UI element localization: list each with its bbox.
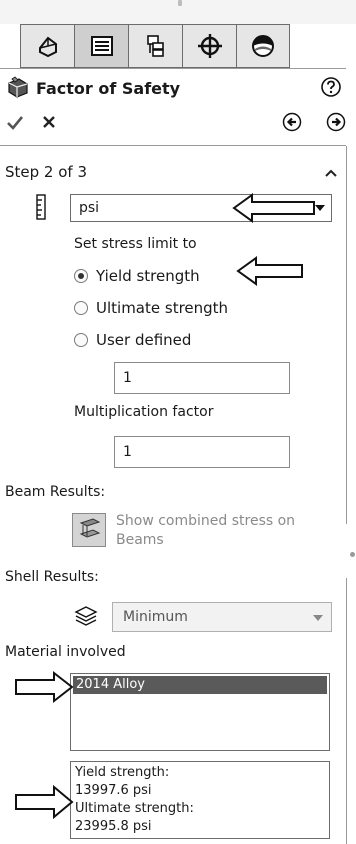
beam-results-label: Beam Results: — [5, 484, 106, 500]
radio-button[interactable] — [74, 269, 88, 283]
propertymanager-header: Factor of Safety — [6, 74, 346, 102]
callout-arrow-icon — [15, 784, 74, 820]
shell-results-value: Minimum — [123, 609, 188, 625]
factor-of-safety-icon — [8, 76, 28, 98]
appearance-sphere-icon — [252, 35, 274, 57]
top-strip — [0, 0, 356, 24]
user-defined-input[interactable]: 1 — [114, 362, 290, 394]
property-line: 13997.6 psi — [75, 783, 152, 798]
beam-icon — [79, 518, 101, 538]
list-item[interactable]: 2014 Alloy — [73, 676, 327, 694]
panel-edge-lower — [346, 578, 347, 844]
panel-edge — [346, 146, 347, 524]
radio-yield-strength[interactable]: Yield strength — [74, 264, 200, 288]
checkmark-icon[interactable] — [6, 114, 24, 132]
tree-icon — [38, 36, 57, 58]
material-list[interactable]: 2014 Alloy — [70, 673, 330, 751]
stress-limit-label: Set stress limit to — [74, 236, 197, 252]
manager-tabs — [20, 24, 290, 68]
crosshair-icon — [197, 34, 222, 58]
callout-arrow-icon — [236, 256, 303, 286]
radio-button[interactable] — [74, 333, 88, 347]
step-heading: Step 2 of 3 — [5, 163, 88, 181]
chevron-up-icon[interactable] — [324, 168, 338, 178]
radio-ultimate-strength[interactable]: Ultimate strength — [74, 296, 228, 320]
action-row — [6, 110, 356, 138]
property-list-icon — [90, 36, 113, 56]
tab-displaymanager[interactable] — [236, 24, 290, 68]
property-line: Yield strength: — [75, 765, 170, 780]
shell-results-dropdown[interactable]: Minimum — [112, 602, 332, 632]
units-value: psi — [79, 200, 100, 216]
help-icon[interactable] — [320, 76, 342, 98]
chevron-down-icon — [313, 615, 323, 621]
shell-results-label: Shell Results: — [5, 569, 99, 585]
multiplication-factor-input[interactable]: 1 — [114, 436, 290, 468]
radio-label: Yield strength — [96, 267, 200, 285]
combined-stress-toggle[interactable] — [72, 513, 106, 547]
callout-arrow-icon — [232, 193, 315, 223]
splitter-handle[interactable] — [178, 0, 182, 6]
multiplication-factor-label: Multiplication factor — [74, 404, 214, 420]
property-line: 23995.8 psi — [75, 819, 152, 834]
close-icon[interactable] — [40, 113, 58, 131]
page-title: Factor of Safety — [36, 78, 181, 98]
radio-label: User defined — [96, 331, 192, 349]
tab-propertymanager[interactable] — [74, 24, 128, 68]
tabs-divider — [0, 68, 346, 69]
shell-icon — [74, 606, 98, 626]
back-arrow-icon[interactable] — [282, 112, 302, 132]
radio-label: Ultimate strength — [96, 299, 229, 317]
resize-dot — [350, 552, 355, 557]
callout-arrow-icon — [15, 670, 74, 704]
radio-user-defined[interactable]: User defined — [74, 328, 191, 352]
tab-dimxpertmanager[interactable] — [182, 24, 236, 68]
combined-stress-label: Show combined stress on Beams — [116, 513, 296, 548]
units-ruler-icon — [36, 194, 46, 220]
configuration-icon — [146, 35, 164, 57]
material-involved-label: Material involved — [5, 644, 126, 660]
next-arrow-icon[interactable] — [326, 112, 346, 132]
property-line: Ultimate strength: — [75, 801, 194, 816]
tab-configurationmanager[interactable] — [128, 24, 182, 68]
material-properties: Yield strength: 13997.6 psi Ultimate str… — [70, 761, 330, 839]
tab-featuremanager[interactable] — [20, 24, 74, 68]
radio-button[interactable] — [74, 301, 88, 315]
section-divider — [0, 145, 346, 146]
